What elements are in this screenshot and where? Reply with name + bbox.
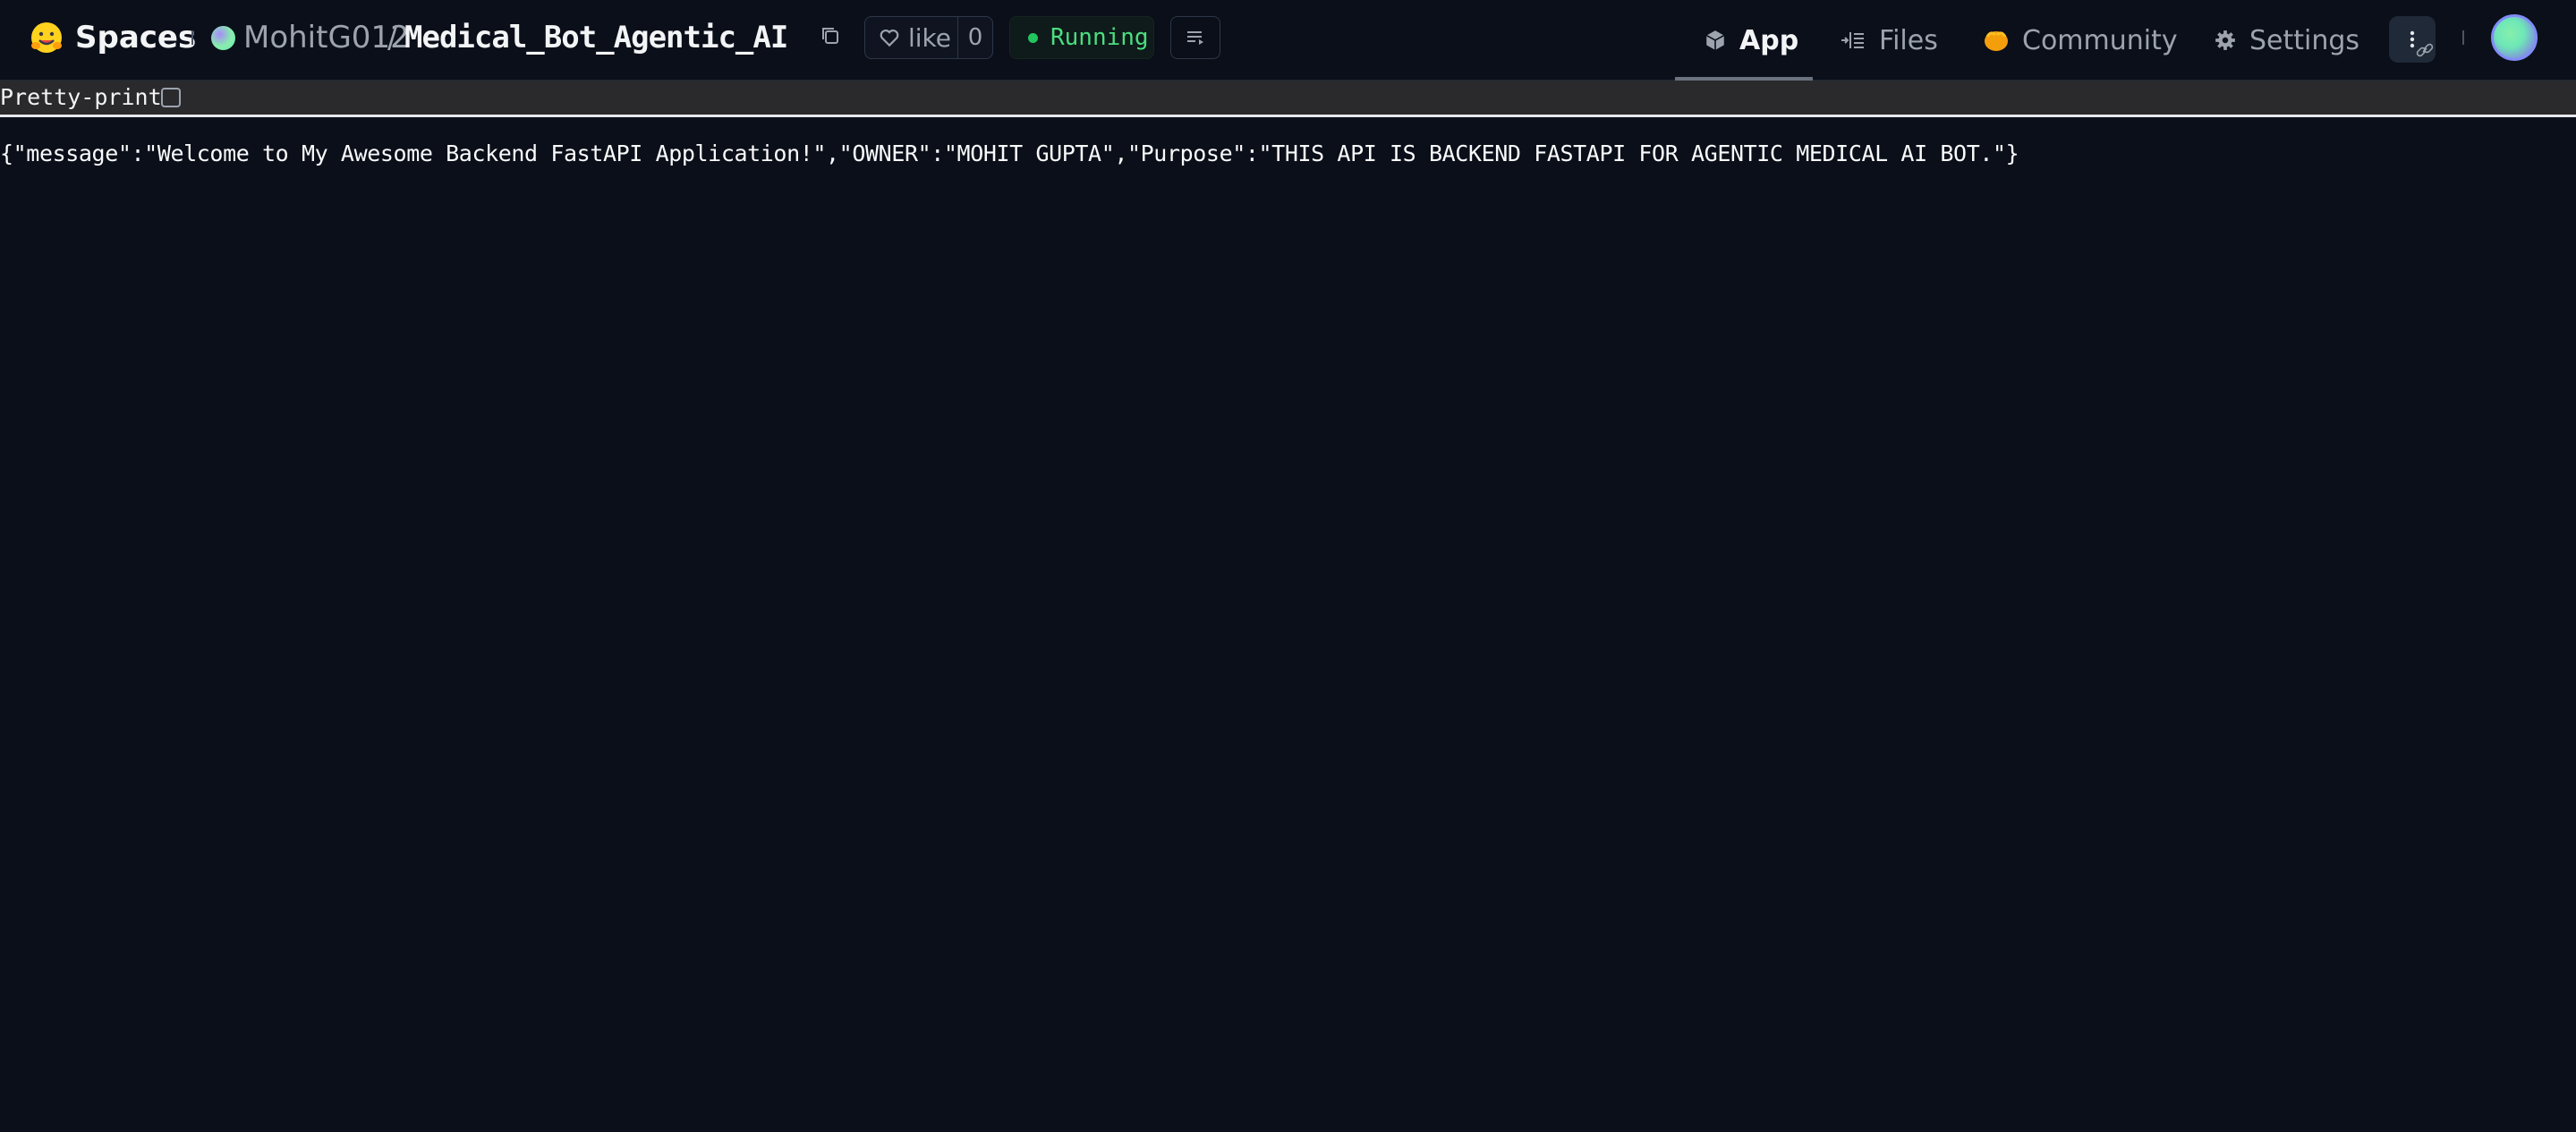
link-icon [2416, 43, 2434, 57]
tab-community[interactable]: Community [1983, 0, 2178, 81]
tab-app[interactable]: App [1704, 0, 1798, 81]
logs-button[interactable] [1170, 16, 1220, 59]
divider [2462, 30, 2464, 45]
path-separator: / [387, 20, 398, 55]
status-text: Running [1050, 24, 1149, 51]
top-navbar: Spaces MohitG012 / Medical_Bot_Agentic_A… [0, 0, 2576, 81]
user-avatar[interactable] [2491, 14, 2538, 61]
tab-community-label: Community [2022, 24, 2178, 56]
cube-icon [1705, 30, 1725, 50]
repo-name-link[interactable]: Medical_Bot_Agentic_AI [404, 18, 788, 57]
tab-files[interactable]: Files [1840, 0, 1938, 81]
logs-icon [1187, 31, 1203, 45]
tab-files-label: Files [1879, 24, 1938, 56]
owner-avatar[interactable] [211, 26, 235, 50]
huggingface-logo-icon[interactable] [29, 20, 64, 55]
spaces-link[interactable]: Spaces [75, 18, 196, 57]
like-button-group: like 0 [864, 16, 993, 59]
heart-icon [880, 30, 899, 47]
gear-icon [2215, 30, 2235, 50]
pretty-print-label[interactable]: Pretty-print [0, 83, 162, 112]
pretty-print-checkbox[interactable] [161, 88, 181, 107]
copy-icon[interactable] [818, 23, 845, 50]
raw-json-response: {"message":"Welcome to My Awesome Backen… [0, 140, 2019, 166]
pretty-print-bar: Pretty-print [0, 81, 2576, 117]
tab-app-label: App [1739, 24, 1799, 56]
status-dot-icon [1028, 32, 1038, 43]
like-count[interactable]: 0 [958, 17, 992, 58]
owner-link[interactable]: MohitG012 [243, 18, 410, 57]
status-badge[interactable]: Running [1009, 16, 1154, 59]
like-label: like [908, 22, 952, 53]
divider [191, 30, 193, 45]
files-icon [1841, 32, 1864, 48]
tab-settings[interactable]: Settings [2214, 0, 2359, 81]
tab-settings-label: Settings [2249, 24, 2360, 56]
community-icon [1985, 31, 2008, 51]
like-button[interactable]: like [865, 17, 958, 58]
